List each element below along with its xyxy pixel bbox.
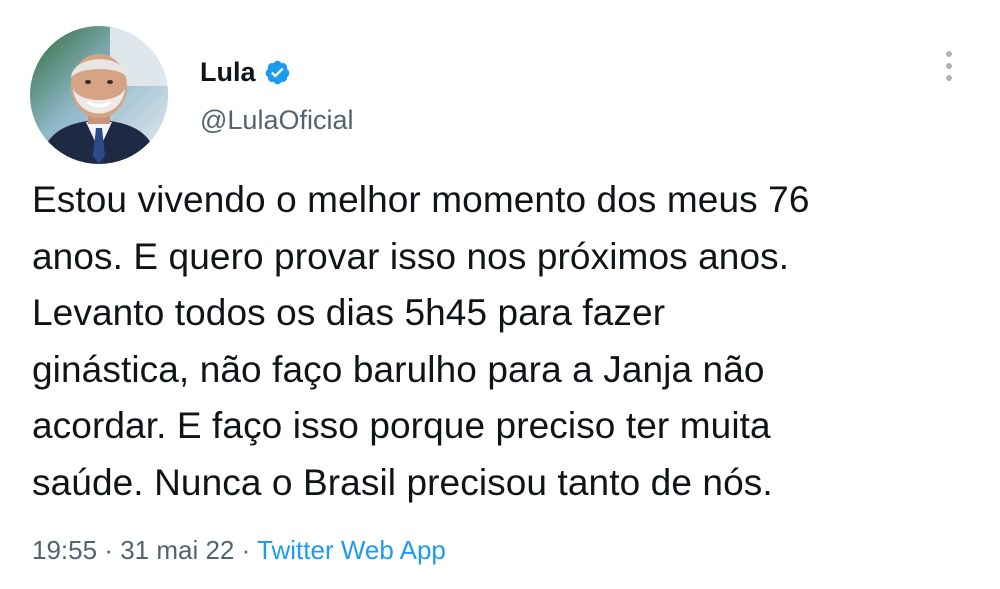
tweet-time[interactable]: 19:55 — [32, 535, 97, 565]
author-display-name[interactable]: Lula — [200, 56, 256, 88]
tweet-text: Estou vivendo o melhor momento dos meus … — [32, 172, 982, 511]
more-vertical-icon-dot — [946, 75, 952, 81]
meta-separator: · — [104, 535, 121, 565]
tweet-text-line: Levanto todos os dias 5h45 para fazer — [32, 292, 666, 333]
avatar-photo-icon — [30, 26, 168, 164]
tweet-text-line: acordar. E faço isso porque preciso ter … — [32, 405, 771, 446]
tweet-text-line: saúde. Nunca o Brasil precisou tanto de … — [32, 461, 773, 503]
tweet-text-line: ginástica, não faço barulho para a Janja… — [32, 348, 765, 390]
tweet-meta: 19:55 · 31 mai 22 · Twitter Web App — [32, 530, 446, 570]
author-avatar[interactable] — [30, 26, 168, 164]
verified-badge-icon — [264, 59, 291, 86]
author-handle[interactable]: @LulaOficial — [200, 103, 353, 137]
meta-separator: · — [241, 535, 258, 565]
more-options-button[interactable] — [932, 46, 966, 86]
tweet-date[interactable]: 31 mai 22 — [120, 535, 234, 565]
tweet-text-line: Estou vivendo o melhor momento dos meus … — [32, 179, 810, 220]
tweet-text-line: anos. E quero provar isso nos próximos a… — [32, 235, 790, 277]
author-name-row[interactable]: Lula — [200, 56, 291, 88]
more-vertical-icon — [946, 51, 952, 57]
more-vertical-icon-dot — [946, 63, 952, 69]
tweet-card: Lula @LulaOficial Estou vivendo o melhor… — [0, 0, 1000, 589]
tweet-source-link[interactable]: Twitter Web App — [257, 535, 446, 565]
